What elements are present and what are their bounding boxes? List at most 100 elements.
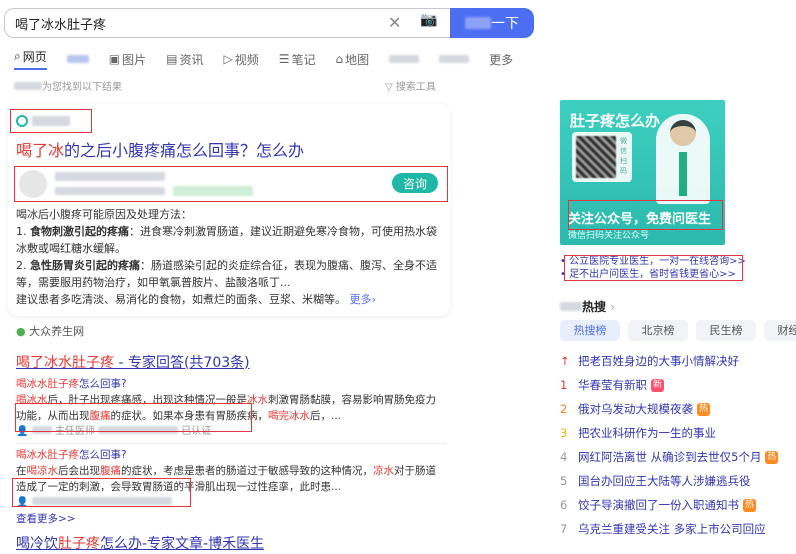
site-logo-icon: ●	[16, 325, 26, 338]
advice-text: 建议患者多吃清淡、易消化的食物，如煮烂的面条、豆浆、米糊等。	[16, 293, 346, 306]
point-title: 食物刺激引起的疼痛	[30, 225, 129, 238]
blurred-label	[439, 55, 470, 63]
hot-text: 网红阿浩离世 从确诊到去世仅5个月	[578, 450, 762, 464]
tab-blurred[interactable]	[66, 48, 89, 70]
a-hl: 喝完冰水	[268, 410, 310, 422]
note-icon: ☰	[278, 52, 290, 66]
hot-badge: 新	[651, 378, 664, 392]
tab-news[interactable]: ▤ 资讯	[166, 48, 203, 70]
hot-text: 华春莹有新职	[578, 378, 647, 392]
title-part: 喝冷饮	[16, 536, 58, 552]
blurred-label	[66, 55, 89, 63]
ad-title: 肚子疼怎么办	[570, 112, 661, 130]
hot-item[interactable]: ↑ 把老百姓身边的大事小情解决好	[560, 349, 778, 373]
hot-rank: 3	[560, 426, 568, 440]
consult-button[interactable]: 咨询	[392, 173, 438, 193]
hot-rank: 5	[560, 474, 568, 488]
tab-more[interactable]: 更多	[489, 48, 513, 70]
hot-rank: ↑	[560, 354, 570, 368]
card-body: 喝冰后小腹疼可能原因及处理方法： 1. 食物刺激引起的疼痛：进食寒冷刺激胃肠道，…	[16, 206, 442, 308]
doctor-avatar	[19, 170, 47, 198]
hot-tab[interactable]: 财经榜	[764, 320, 796, 341]
a-text: 在	[16, 465, 27, 477]
camera-icon[interactable]: 📷	[420, 12, 437, 28]
q-rest: 怎么回事?	[79, 378, 127, 390]
tab-blurred-2[interactable]	[389, 48, 420, 70]
annotation-box	[12, 478, 191, 507]
doctor-illustration	[656, 114, 710, 204]
title-highlight: 喝了冰水肚子疼	[16, 355, 114, 371]
qa-question[interactable]: 喝冰水肚子疼怎么回事?	[16, 376, 446, 392]
tab-web[interactable]: ⌕ 网页	[14, 48, 47, 70]
tab-label: 网页	[22, 50, 47, 64]
annotation-box	[568, 200, 723, 230]
video-icon: ▷	[223, 52, 233, 66]
hot-badge: 热	[697, 402, 710, 416]
tab-video[interactable]: ▷ 视频	[223, 48, 258, 70]
hot-tab[interactable]: 热搜榜	[560, 320, 620, 341]
more-link[interactable]: 更多	[350, 293, 372, 306]
title-highlight: 肚子疼	[58, 536, 100, 552]
hot-rank: 7	[560, 522, 568, 536]
blurred-source	[32, 116, 70, 126]
clear-icon[interactable]: ✕	[388, 13, 401, 32]
hot-search-header[interactable]: 热搜 ›	[560, 298, 615, 315]
result-count-text: 为您找到以下结果	[42, 82, 122, 93]
search-button-label: 一下	[491, 16, 519, 32]
tab-blurred-3[interactable]	[439, 48, 470, 70]
news-icon: ▤	[166, 52, 178, 66]
title-part: 怎么办-专家文章-博禾医生	[100, 536, 265, 552]
blurred-hospital	[55, 187, 165, 195]
hot-item[interactable]: 4 网红阿浩离世 从确诊到去世仅5个月热	[560, 445, 779, 469]
hot-item[interactable]: 5 国台办回应王大陆等人涉嫌逃兵役	[560, 469, 778, 493]
hot-item[interactable]: 7 乌克兰重建受关注 多家上市公司回应	[560, 517, 778, 541]
search-query: 喝了冰水肚子疼	[15, 17, 107, 33]
hot-item[interactable]: 2 俄对乌发动大规模夜袭热	[560, 397, 778, 421]
tab-map[interactable]: ⌂ 地图	[336, 48, 370, 70]
q-hl: 喝冰水肚子疼	[16, 449, 79, 461]
hot-item[interactable]: 6 饺子导演撤回了一份入职通知书热	[560, 493, 778, 517]
card-source	[16, 115, 70, 127]
blurred-tag	[173, 186, 253, 196]
tab-label: 更多	[489, 52, 514, 67]
result-title[interactable]: 喝了冰水肚子疼 - 专家回答(共703条)	[16, 352, 250, 372]
search-input[interactable]: 喝了冰水肚子疼	[4, 8, 450, 38]
blurred-doctor-name	[55, 172, 165, 181]
source-logo-icon	[16, 115, 28, 127]
card-point-2: 2. 急性肠胃炎引起的疼痛：肠道感染引起的炎症综合征，表现为腹痛、腹泻、全身不适…	[16, 259, 437, 289]
hot-rank: 6	[560, 498, 568, 512]
image-icon: ▣	[108, 52, 121, 66]
tab-notes[interactable]: ☰ 笔记	[279, 48, 316, 70]
site-name: 大众养生网	[29, 325, 85, 338]
hot-item[interactable]: 3 把农业科研作为一生的事业	[560, 421, 778, 445]
qa-question[interactable]: 喝冰水肚子疼怎么回事?	[16, 447, 446, 463]
hot-tab[interactable]: 北京榜	[628, 320, 688, 341]
blurred-brand	[14, 82, 42, 90]
card-title[interactable]: 喝了冰的之后小腹疼痛怎么回事？怎么办	[16, 137, 304, 161]
q-hl: 喝冰水肚子疼	[16, 378, 79, 390]
title-rest: 的之后小腹疼痛怎么回事？怎么办	[64, 141, 305, 160]
hot-badge: 热	[743, 498, 756, 512]
blurred-brand	[560, 302, 582, 311]
search-tools[interactable]: ▽ 搜索工具	[385, 78, 436, 93]
q-rest: 怎么回事?	[79, 449, 127, 461]
card-point-1: 1. 食物刺激引起的疼痛：进食寒冷刺激胃肠道，建议近期避免寒冷食物，可使用热水袋…	[16, 225, 437, 255]
result-title[interactable]: 喝冷饮肚子疼怎么办-专家文章-博禾医生	[16, 533, 264, 553]
hot-text: 乌克兰重建受关注 多家上市公司回应	[578, 522, 766, 536]
hot-item[interactable]: 1 华春莹有新职新	[560, 373, 778, 397]
map-icon: ⌂	[335, 52, 344, 66]
hot-text: 俄对乌发动大规模夜袭	[578, 402, 693, 416]
blurred-brand	[465, 17, 491, 29]
hot-title: 热搜	[582, 300, 607, 314]
search-button[interactable]: 一下	[450, 8, 534, 38]
hot-tab[interactable]: 民生榜	[696, 320, 756, 341]
tab-label: 资讯	[179, 52, 204, 67]
tab-label: 地图	[345, 52, 370, 67]
card-advice: 建议患者多吃清淡、易消化的食物，如煮烂的面条、豆浆、米糊等。 更多›	[16, 293, 376, 306]
result-count: 为您找到以下结果	[14, 78, 122, 93]
hot-text: 饺子导演撤回了一份入职通知书	[578, 498, 739, 512]
view-more-link[interactable]: 查看更多>>	[16, 511, 446, 527]
search-tools-label: 搜索工具	[395, 82, 436, 93]
hot-rank: 1	[560, 378, 568, 392]
tab-images[interactable]: ▣ 图片	[109, 48, 146, 70]
